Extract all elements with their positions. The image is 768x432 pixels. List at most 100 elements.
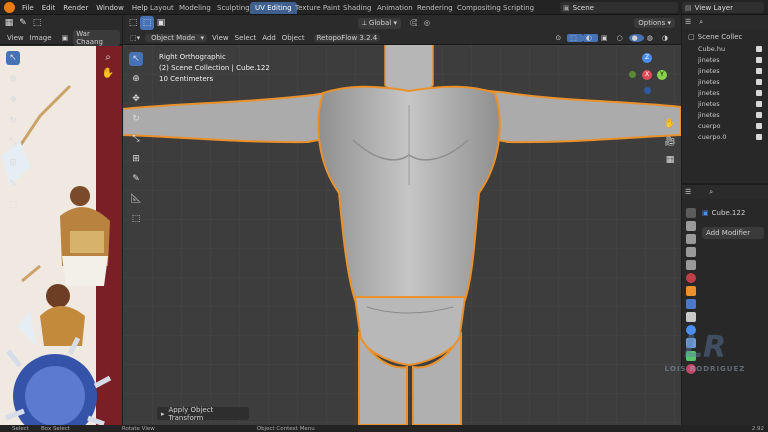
outliner-item[interactable]: jinetes	[682, 87, 768, 98]
annotate-tool[interactable]: ✎	[6, 177, 20, 191]
checkbox-icon[interactable]	[756, 56, 762, 63]
tab-shading[interactable]: Shading	[338, 2, 376, 14]
image-browse-icon[interactable]: ▣	[59, 34, 72, 42]
snap-icon[interactable]: 🧲︎	[409, 19, 418, 27]
outliner-item[interactable]: jinetes	[682, 109, 768, 120]
gizmo-z-axis[interactable]: Z	[642, 53, 652, 63]
scene-tab-icon[interactable]	[686, 260, 696, 270]
checkbox-icon[interactable]	[756, 133, 762, 140]
image-menu-image[interactable]: Image	[27, 34, 55, 42]
editor-type-icon[interactable]: ▦	[2, 16, 16, 30]
navigation-gizmo[interactable]: Z Y X	[625, 53, 669, 97]
scene-selector[interactable]: ▣ Scene	[560, 2, 678, 13]
cursor-tool[interactable]: ⊕	[6, 72, 20, 86]
camera-view-icon[interactable]: 🎥︎	[663, 133, 677, 151]
outliner-item[interactable]: jinetes	[682, 65, 768, 76]
measure-tool[interactable]: 📐︎	[129, 192, 143, 206]
select-mode-icon[interactable]: ▣	[154, 16, 168, 30]
zoom-icon[interactable]: ⌕	[100, 52, 116, 68]
transform-tool[interactable]: ⊞	[6, 156, 20, 170]
checkbox-icon[interactable]	[756, 122, 762, 129]
gizmo-neg-z[interactable]	[644, 87, 651, 94]
tool-tab-icon[interactable]	[686, 208, 696, 218]
visibility-icon[interactable]: ⊙	[552, 34, 567, 42]
viewport-menu-object[interactable]: Object	[279, 34, 308, 42]
world-tab-icon[interactable]	[686, 273, 696, 283]
image-menu-view[interactable]: View	[4, 34, 27, 42]
outliner-item[interactable]: cuerpo	[682, 120, 768, 131]
pan-view-icon[interactable]: ✋	[663, 115, 677, 133]
checkbox-icon[interactable]	[756, 100, 762, 107]
3d-cursor-tool[interactable]: ⊕	[129, 72, 143, 86]
object-tab-icon[interactable]	[686, 286, 696, 296]
3d-annotate-tool[interactable]: ✎	[129, 172, 143, 186]
tab-scripting[interactable]: Scripting	[498, 2, 539, 14]
tab-modeling[interactable]: Modeling	[174, 2, 216, 14]
options-dropdown[interactable]: Options ▾	[634, 18, 675, 28]
output-tab-icon[interactable]	[686, 234, 696, 244]
grab-tool[interactable]: ⬚	[6, 198, 20, 212]
shading-wireframe-icon[interactable]: ○	[614, 34, 629, 42]
gizmo-toggle-icon[interactable]: ⬚	[567, 33, 583, 42]
image-editor-select-icon[interactable]: ⬚	[30, 16, 44, 30]
xray-icon[interactable]: ▣	[598, 34, 614, 42]
outliner-item[interactable]: jinetes	[682, 54, 768, 65]
tab-texture-paint[interactable]: Texture Paint	[290, 2, 345, 14]
uv-select-tool[interactable]: ↖	[6, 51, 20, 65]
tab-animation[interactable]: Animation	[372, 2, 418, 14]
outliner-search-icon[interactable]: ⌕	[699, 18, 703, 27]
last-operator-panel[interactable]: ▸ Apply Object Transform	[157, 406, 249, 422]
outliner-type-icon[interactable]: ☰	[685, 18, 691, 26]
checkbox-icon[interactable]	[756, 111, 762, 118]
shading-material-icon[interactable]: ◍	[644, 34, 659, 42]
view-layer-tab-icon[interactable]	[686, 247, 696, 257]
menu-render[interactable]: Render	[59, 4, 92, 12]
transform-orientation[interactable]: ⟂ Global ▾	[358, 17, 401, 29]
menu-window[interactable]: Window	[92, 4, 128, 12]
properties-search-icon[interactable]: ⌕	[709, 188, 713, 197]
outliner-item[interactable]: Cube.hu	[682, 43, 768, 54]
rotate-tool[interactable]: ↻	[6, 114, 20, 128]
select-tool[interactable]: ↖	[129, 52, 143, 66]
shading-rendered-icon[interactable]: ◑	[659, 34, 674, 42]
overlay-toggle-icon[interactable]: ◐	[582, 33, 598, 42]
viewport-menu-view[interactable]: View	[209, 34, 232, 42]
3d-scale-tool[interactable]: ⤡	[129, 132, 143, 146]
properties-type-icon[interactable]: ☰	[685, 188, 691, 196]
character-mesh[interactable]	[123, 45, 681, 425]
add-modifier-button[interactable]: Add Modifier	[702, 227, 764, 239]
3d-rotate-tool[interactable]: ↻	[129, 112, 143, 126]
render-tab-icon[interactable]	[686, 221, 696, 231]
outliner-item[interactable]: jinetes	[682, 98, 768, 109]
menu-edit[interactable]: Edit	[38, 4, 60, 12]
3d-transform-tool[interactable]: ⊞	[129, 152, 143, 166]
outliner-item[interactable]: jinetes	[682, 76, 768, 87]
modifier-tab-icon[interactable]	[686, 299, 696, 309]
image-editor-mode-icon[interactable]: ✎	[16, 16, 30, 30]
ortho-toggle-icon[interactable]: ▦	[663, 151, 677, 169]
editor-type-3d-icon[interactable]: ⬚	[126, 16, 140, 30]
pan-hand-icon[interactable]: ✋	[100, 68, 116, 84]
editor-type-viewport-icon[interactable]: ⬚▾	[127, 34, 143, 42]
gizmo-neg-y[interactable]	[629, 71, 636, 78]
3d-move-tool[interactable]: ✥	[129, 92, 143, 106]
add-cube-tool[interactable]: ⬚	[129, 212, 143, 226]
shading-solid-icon[interactable]: ●	[628, 33, 644, 42]
checkbox-icon[interactable]	[756, 67, 762, 74]
retopoflow-menu[interactable]: RetopoFlow 3.2.4	[313, 33, 381, 42]
particles-tab-icon[interactable]	[686, 312, 696, 322]
3d-viewport[interactable]: ⬚ ⬚ ▣ ⟂ Global ▾ 🧲︎ ◎ Options ▾ ⬚▾ Objec…	[123, 15, 681, 425]
object-mode-dropdown[interactable]: Object Mode ▾	[145, 33, 207, 42]
image-name-field[interactable]: War Chaang	[73, 29, 120, 46]
gizmo-x-axis[interactable]: X	[642, 70, 652, 80]
view-layer-selector[interactable]: ▤ View Layer	[682, 2, 764, 13]
object-name-value[interactable]: Cube.122	[712, 209, 746, 217]
checkbox-icon[interactable]	[756, 89, 762, 96]
proportional-edit-icon[interactable]: ◎	[424, 19, 430, 27]
viewport-menu-select[interactable]: Select	[232, 34, 260, 42]
move-tool[interactable]: ✥	[6, 93, 20, 107]
tab-rendering[interactable]: Rendering	[412, 2, 458, 14]
blender-logo-icon[interactable]	[4, 2, 15, 13]
checkbox-icon[interactable]	[756, 78, 762, 85]
checkbox-icon[interactable]	[756, 45, 762, 52]
